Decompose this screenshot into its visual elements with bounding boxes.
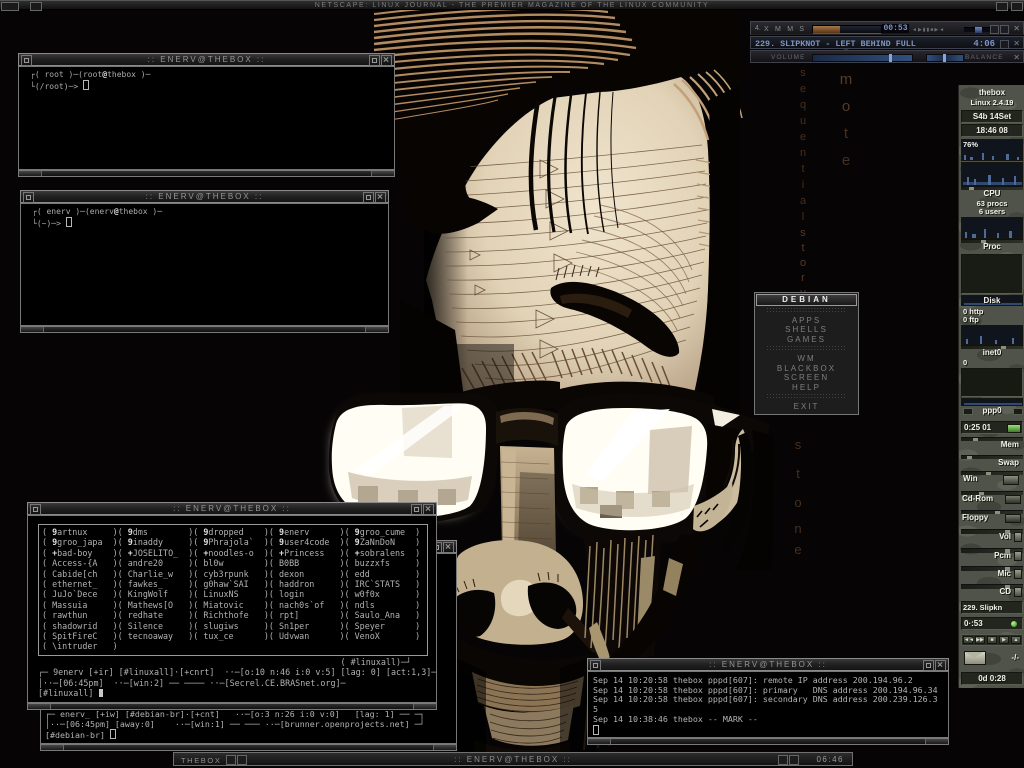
svg-text:m: m (840, 71, 853, 88)
svg-text:t: t (801, 163, 804, 175)
svg-text:r: r (801, 272, 805, 284)
svg-text:o: o (842, 98, 850, 115)
svg-text:e: e (800, 131, 806, 143)
svg-text:i: i (802, 179, 804, 191)
svg-text:s: s (800, 227, 806, 239)
svg-text:n: n (800, 147, 806, 159)
svg-text:q: q (800, 99, 806, 111)
svg-text:t: t (844, 125, 849, 142)
svg-text:e: e (842, 152, 850, 169)
svg-text:u: u (800, 115, 806, 127)
svg-text:s: s (800, 67, 806, 79)
svg-text:o: o (800, 257, 806, 269)
svg-text:l: l (802, 211, 804, 223)
svg-text:e: e (800, 83, 806, 95)
svg-text:s: s (795, 437, 802, 452)
svg-text:t: t (801, 242, 804, 254)
svg-text:e: e (794, 542, 801, 557)
svg-text:n: n (794, 521, 801, 536)
svg-text:o: o (794, 495, 801, 510)
svg-text:t: t (796, 466, 800, 481)
svg-text:a: a (800, 195, 807, 207)
